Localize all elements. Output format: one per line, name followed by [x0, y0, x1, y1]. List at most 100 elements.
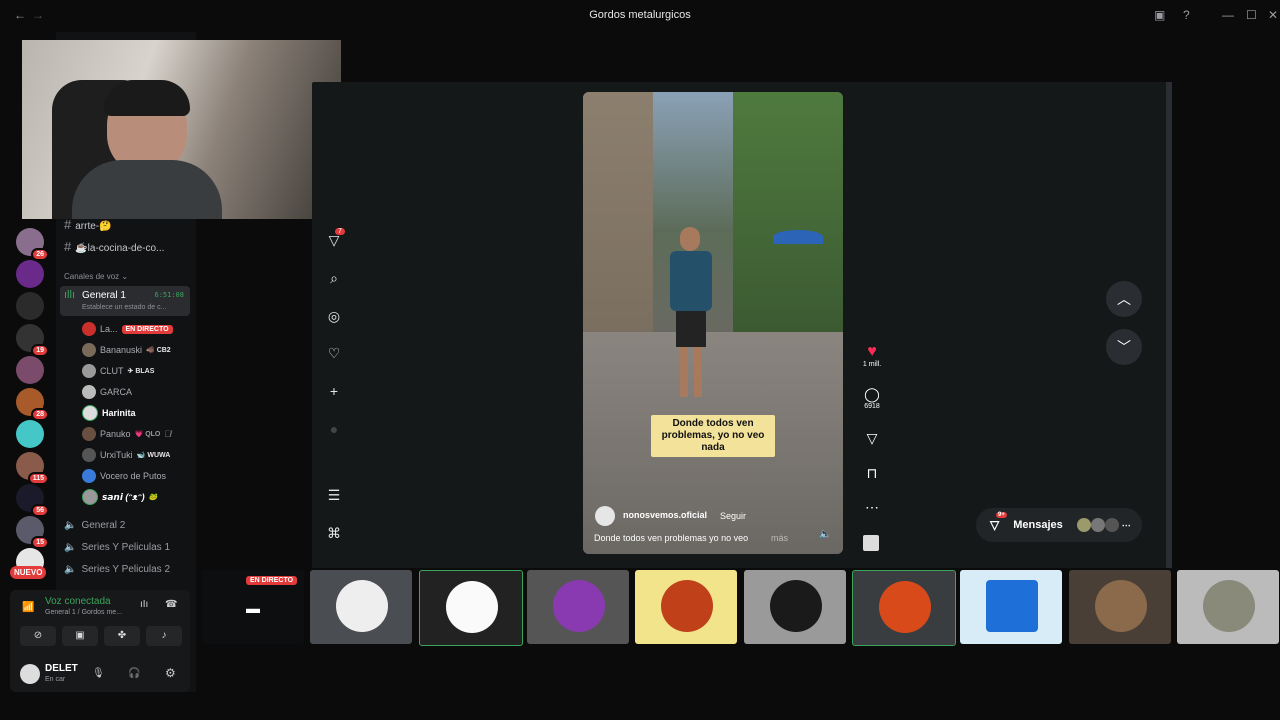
voice-member[interactable]: Vocero de Putos: [82, 467, 166, 485]
member-tag: ✈ BLAS: [127, 368, 155, 375]
inbox-icon[interactable]: ▽ 7: [326, 228, 345, 248]
gear-icon[interactable]: ⚙: [165, 666, 176, 680]
live-badge: EN DIRECTO: [246, 576, 298, 585]
noise-icon[interactable]: ıIı: [140, 599, 148, 610]
close-icon[interactable]: ✕: [1268, 8, 1278, 22]
server-icon[interactable]: 26: [16, 228, 49, 261]
title-bar: ← → Gordos metalurgicos ▣ ? — ☐ ✕: [0, 0, 1280, 32]
voice-channel[interactable]: 🔈 General 2: [64, 520, 125, 531]
compass-icon[interactable]: ◎: [326, 308, 342, 324]
previous-video-button[interactable]: ︿: [1106, 281, 1142, 317]
participant-tile[interactable]: [852, 570, 956, 646]
voice-member[interactable]: Panuko 💗 QLO 🎙̸: [82, 425, 171, 443]
next-video-button[interactable]: ﹀: [1106, 329, 1142, 365]
heart-icon[interactable]: ♡: [326, 345, 342, 361]
server-icon[interactable]: [16, 420, 44, 448]
person-walking: [668, 227, 714, 407]
participant-tile[interactable]: [1177, 570, 1279, 644]
server-icon[interactable]: [16, 292, 44, 320]
participant-tile[interactable]: [960, 570, 1062, 644]
scrollbar[interactable]: [1166, 82, 1172, 568]
member-tag: 🐋 WUWA: [136, 452, 171, 459]
member-name: Vocero de Putos: [100, 471, 167, 481]
follow-button[interactable]: Seguir: [720, 511, 746, 521]
voice-status-label[interactable]: Voz conectada: [45, 596, 111, 607]
share-icon[interactable]: ▽: [856, 430, 888, 447]
server-icon[interactable]: 56: [16, 484, 49, 517]
speaker-icon: 🔈: [64, 520, 77, 531]
voice-member[interactable]: La... EN DIRECTO: [82, 320, 173, 338]
participant-tile[interactable]: [744, 570, 846, 644]
soundboard-button[interactable]: ♪: [146, 626, 182, 646]
sound-avatar[interactable]: [863, 535, 879, 551]
mic-icon[interactable]: 🎙: [92, 668, 105, 679]
text-channel[interactable]: # arrte-🤔: [64, 217, 112, 232]
user-avatar[interactable]: [20, 664, 40, 684]
profile-icon[interactable]: ●: [326, 421, 342, 437]
video-player[interactable]: Donde todos ven problemas, yo no veo nad…: [583, 92, 843, 554]
comment-icon: ◯: [864, 386, 880, 402]
maximize-icon[interactable]: ☐: [1246, 8, 1257, 22]
avatar: [82, 427, 96, 441]
channel-label: General 1: [82, 290, 126, 301]
voice-channel[interactable]: 🔈 Series Y Peliculas 1: [64, 542, 170, 553]
voice-member[interactable]: Harinita: [82, 404, 136, 422]
voice-member[interactable]: CLUT ✈ BLAS: [82, 362, 154, 380]
apps-icon[interactable]: ⌘: [326, 525, 342, 541]
tree-right: [733, 92, 843, 332]
screen-share-button[interactable]: ▣: [62, 626, 98, 646]
comment-button[interactable]: ◯ 6918: [856, 386, 888, 410]
participant-tile[interactable]: [527, 570, 629, 644]
like-button[interactable]: ♥ 1 mill.: [856, 343, 888, 368]
server-icon[interactable]: 28: [16, 388, 49, 421]
participant-tile[interactable]: [635, 570, 737, 644]
avatar: [82, 322, 96, 336]
more-link[interactable]: más: [771, 533, 788, 543]
avatar: [82, 448, 96, 462]
server-icon[interactable]: 15: [16, 516, 49, 549]
disconnect-icon[interactable]: ☎: [165, 599, 177, 610]
user-name[interactable]: DELET: [45, 663, 78, 674]
inbox-icon[interactable]: ▣: [1154, 8, 1165, 22]
video-off-button[interactable]: ⊘: [20, 626, 56, 646]
participant-tile[interactable]: [310, 570, 412, 644]
voice-section-header[interactable]: Canales de voz ⌄: [64, 272, 128, 281]
voice-channel-general-1[interactable]: ıllı General 1 6:51:08 Establece un esta…: [60, 286, 190, 316]
server-icon[interactable]: 19: [16, 324, 49, 357]
activities-button[interactable]: ✤: [104, 626, 140, 646]
bookmark-icon[interactable]: ⊓: [856, 465, 888, 482]
account-name[interactable]: nonosvemos.oficial: [623, 510, 707, 520]
server-icon[interactable]: [16, 260, 44, 288]
member-name: UrxiTuki: [100, 450, 133, 460]
more-options-icon[interactable]: ⋯: [856, 499, 888, 516]
server-badge: 15: [31, 536, 49, 549]
stream-tile[interactable]: EN DIRECTO ▬: [202, 570, 304, 644]
messages-button[interactable]: ▽ 9+ Mensajes ⋯: [976, 508, 1142, 542]
account-avatar[interactable]: [595, 506, 615, 526]
volume-icon[interactable]: 🔈: [819, 529, 831, 540]
speaker-icon: 🔈: [64, 542, 77, 553]
search-icon[interactable]: ⌕: [326, 270, 342, 286]
text-channel[interactable]: # ☕la-cocina-de-co...: [64, 239, 164, 254]
participant-strip: EN DIRECTO ▬: [200, 570, 1280, 646]
voice-member[interactable]: GARCA: [82, 383, 132, 401]
voice-member[interactable]: UrxiTuki 🐋 WUWA: [82, 446, 170, 464]
voice-member[interactable]: 𝙨𝙖𝙣𝙞 (ᵔᴥᵔ) 🐸: [82, 488, 157, 506]
avatar: [336, 580, 388, 632]
avatar: [82, 489, 98, 505]
voice-channel[interactable]: 🔈 Series Y Peliculas 2: [64, 564, 170, 575]
voice-member[interactable]: Bananuski 🐗 CB2: [82, 341, 171, 359]
person-tshirt: [670, 251, 712, 311]
server-icon[interactable]: [16, 356, 44, 384]
plus-icon[interactable]: +: [326, 383, 342, 399]
minimize-icon[interactable]: —: [1222, 8, 1234, 22]
participant-tile[interactable]: [1069, 570, 1171, 644]
help-icon[interactable]: ?: [1183, 8, 1190, 22]
person-leg: [680, 347, 688, 397]
headphones-icon[interactable]: 🎧: [128, 668, 140, 679]
menu-icon[interactable]: ☰: [326, 487, 342, 503]
camera-off-icon: ⊘: [33, 630, 43, 641]
channel-label: arrte-🤔: [75, 221, 112, 232]
participant-tile[interactable]: [419, 570, 523, 646]
server-icon[interactable]: 115: [16, 452, 49, 485]
